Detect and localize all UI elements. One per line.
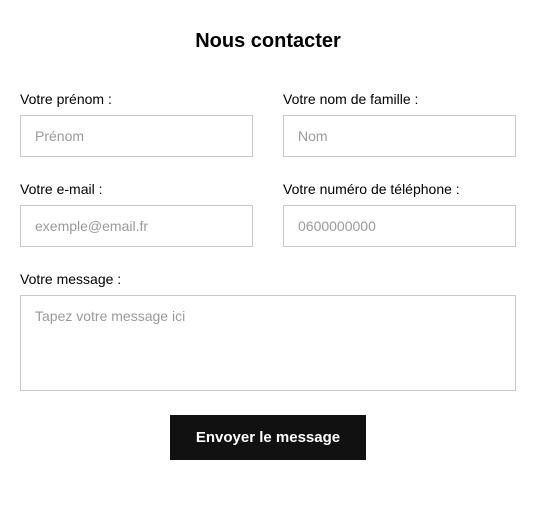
submit-button[interactable]: Envoyer le message bbox=[170, 415, 366, 460]
label-email: Votre e-mail : bbox=[20, 181, 253, 197]
submit-wrap: Envoyer le message bbox=[20, 415, 516, 460]
field-phone: Votre numéro de téléphone : bbox=[283, 181, 516, 247]
input-first-name[interactable] bbox=[20, 115, 253, 157]
page-title: Nous contacter bbox=[20, 30, 516, 53]
row-contact: Votre e-mail : Votre numéro de téléphone… bbox=[20, 181, 516, 247]
label-first-name: Votre prénom : bbox=[20, 91, 253, 107]
input-last-name[interactable] bbox=[283, 115, 516, 157]
textarea-message[interactable] bbox=[20, 295, 516, 391]
field-first-name: Votre prénom : bbox=[20, 91, 253, 157]
label-last-name: Votre nom de famille : bbox=[283, 91, 516, 107]
input-email[interactable] bbox=[20, 205, 253, 247]
label-message: Votre message : bbox=[20, 271, 516, 287]
field-last-name: Votre nom de famille : bbox=[283, 91, 516, 157]
row-name: Votre prénom : Votre nom de famille : bbox=[20, 91, 516, 157]
input-phone[interactable] bbox=[283, 205, 516, 247]
field-email: Votre e-mail : bbox=[20, 181, 253, 247]
field-message: Votre message : bbox=[20, 271, 516, 391]
label-phone: Votre numéro de téléphone : bbox=[283, 181, 516, 197]
